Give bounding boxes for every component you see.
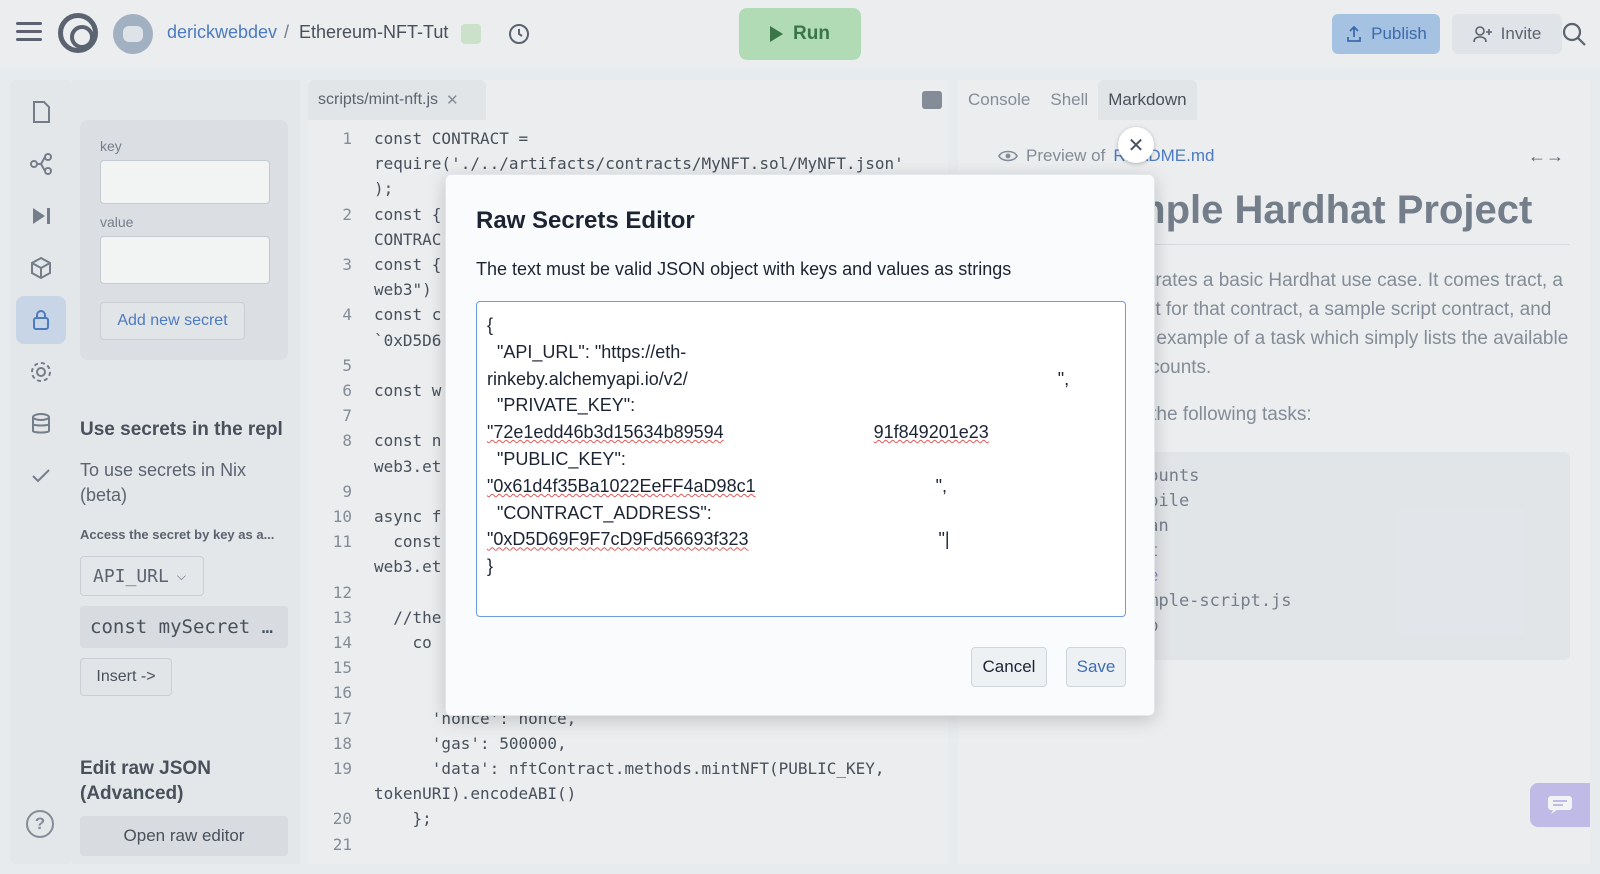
close-icon[interactable]: ✕ <box>1118 127 1154 163</box>
redacted-value <box>755 476 936 499</box>
json-line: "0x61d4f35Ba1022EeFF4aD98c1 ", <box>487 473 1115 500</box>
cancel-button[interactable]: Cancel <box>971 647 1047 687</box>
json-line: "API_URL": "https://eth- <box>487 341 687 362</box>
json-line: "PUBLIC_KEY": <box>487 448 626 469</box>
save-button[interactable]: Save <box>1066 647 1126 687</box>
json-line-text: "72e1edd46b3d15634b89594 <box>487 422 724 443</box>
json-line: } <box>487 556 494 577</box>
redacted-value <box>723 422 874 445</box>
redacted-value <box>748 529 939 552</box>
json-textarea[interactable]: { "API_URL": "https://eth- rinkeby.alche… <box>476 301 1126 617</box>
json-line: { <box>487 315 494 335</box>
json-line: "CONTRACT_ADDRESS": <box>487 502 712 523</box>
json-line-text: rinkeby.alchemyapi.io/v2/ <box>487 368 688 389</box>
modal-description: The text must be valid JSON object with … <box>476 259 1012 279</box>
json-line: "72e1edd46b3d15634b89594 91f849201e23 <box>487 419 1115 446</box>
json-line: rinkeby.alchemyapi.io/v2/", <box>487 366 1115 393</box>
json-line-text: "0x61d4f35Ba1022EeFF4aD98c1 <box>487 475 756 496</box>
json-line: "0xD5D69F9F7cD9Fd56693f323 "| <box>487 526 1115 553</box>
private-key-tail: 91f849201e23 <box>873 422 989 443</box>
redacted-value <box>687 368 1058 391</box>
modal-title: Raw Secrets Editor <box>476 207 695 234</box>
raw-secrets-editor-modal: Raw Secrets Editor The text must be vali… <box>445 174 1155 716</box>
json-line-text: "0xD5D69F9F7cD9Fd56693f323 <box>487 529 749 550</box>
json-line: "PRIVATE_KEY": <box>487 395 636 416</box>
